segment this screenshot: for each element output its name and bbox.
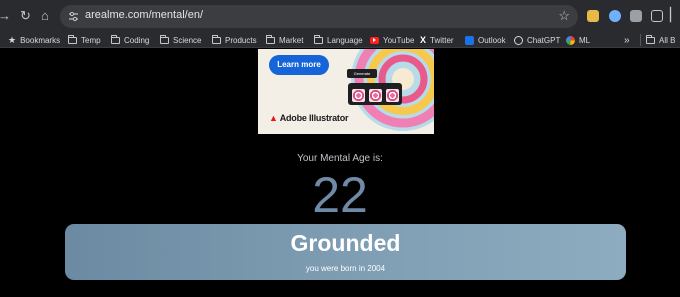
generated-thumbnails: [348, 83, 402, 105]
x-icon: X: [420, 35, 427, 45]
bookmarks-overflow-button[interactable]: »: [624, 34, 630, 46]
ad-brand-text: Adobe Illustrator: [279, 113, 349, 123]
bookmarks-bar: ★ Bookmarks Temp Coding Science Products…: [0, 32, 680, 48]
bookmark-label: Bookmarks: [20, 35, 61, 45]
bookmark-item-twitter[interactable]: X Twitter: [420, 34, 454, 46]
bookmark-label: ML: [579, 35, 591, 45]
mental-age-label: Your Mental Age is:: [297, 153, 383, 164]
bookmark-label: ChatGPT: [527, 35, 561, 45]
bookmark-item-science[interactable]: Science: [160, 34, 201, 46]
folder-icon: [646, 34, 655, 44]
reading-list-icon[interactable]: [630, 10, 642, 22]
home-icon[interactable]: ⌂: [41, 8, 49, 24]
youtube-icon: [370, 36, 379, 44]
bookmark-item-products[interactable]: Products: [212, 34, 257, 46]
chatgpt-icon: [514, 35, 523, 45]
chevron-double-right-icon: »: [624, 34, 630, 46]
adobe-illustrator-logo: ▲ Adobe Illustrator: [269, 113, 348, 123]
bookmark-item-all-bookmarks[interactable]: All B: [640, 34, 675, 46]
bookmark-item-language[interactable]: Language: [314, 34, 363, 46]
thumbnail-image: [352, 89, 365, 102]
google-drive-icon: [566, 35, 575, 45]
bookmark-item-market[interactable]: Market: [266, 34, 303, 46]
extension-icon[interactable]: [609, 10, 621, 22]
forward-icon[interactable]: →: [0, 8, 11, 24]
folder-icon: [68, 34, 77, 44]
bookmark-label: Twitter: [430, 35, 454, 45]
browser-toolbar: → ↻ ⌂ arealme.com/mental/en/ ☆ ▏: [0, 0, 680, 32]
bookmark-item-ml[interactable]: ML: [566, 34, 590, 46]
bookmark-item-bookmarks[interactable]: ★ Bookmarks: [8, 34, 60, 46]
bookmark-item-temp[interactable]: Temp: [68, 34, 101, 46]
extensions-puzzle-icon[interactable]: [651, 10, 663, 22]
thumbnail-image: [386, 89, 399, 102]
bookmark-item-youtube[interactable]: YouTube: [370, 34, 414, 46]
bookmark-label: Language: [327, 35, 363, 45]
adobe-logo-icon: ▲: [269, 113, 278, 123]
result-card: Grounded you were born in 2004: [65, 224, 626, 280]
bookmark-label: All B: [659, 35, 676, 45]
folder-icon: [160, 34, 169, 44]
bookmark-label: Coding: [124, 35, 150, 45]
star-icon: ★: [8, 34, 17, 45]
bookmark-item-chatgpt[interactable]: ChatGPT: [514, 34, 560, 46]
page-content: Learn more Generate ▲ Adobe Illustrator …: [0, 49, 680, 297]
bookmark-label: Outlook: [478, 35, 506, 45]
bookmark-star-icon[interactable]: ☆: [558, 8, 570, 24]
reload-icon[interactable]: ↻: [20, 8, 31, 24]
result-title: Grounded: [290, 230, 401, 256]
folder-icon: [111, 34, 120, 44]
url-text[interactable]: arealme.com/mental/en/: [85, 9, 203, 21]
folder-icon: [266, 34, 275, 44]
bookmark-item-coding[interactable]: Coding: [111, 34, 149, 46]
extension-icon[interactable]: [587, 10, 599, 22]
bookmark-label: Market: [279, 35, 304, 45]
bookmark-label: Temp: [81, 35, 101, 45]
profile-icon[interactable]: ▏: [670, 7, 680, 23]
bookmark-label: Science: [173, 35, 202, 45]
bookmark-label: Products: [225, 35, 257, 45]
outlook-icon: [465, 35, 474, 45]
mental-age-value: 22: [312, 167, 368, 223]
folder-icon: [314, 34, 323, 44]
folder-icon: [212, 34, 221, 44]
bookmark-label: YouTube: [383, 35, 415, 45]
generate-button: Generate: [347, 69, 377, 78]
learn-more-button[interactable]: Learn more: [269, 55, 329, 75]
bookmark-item-outlook[interactable]: Outlook: [465, 34, 506, 46]
address-bar[interactable]: arealme.com/mental/en/ ☆: [60, 5, 578, 28]
ad-banner[interactable]: Learn more Generate ▲ Adobe Illustrator: [258, 49, 434, 134]
thumbnail-image: [369, 89, 382, 102]
site-settings-icon[interactable]: [68, 11, 79, 22]
result-subtitle: you were born in 2004: [305, 264, 386, 273]
